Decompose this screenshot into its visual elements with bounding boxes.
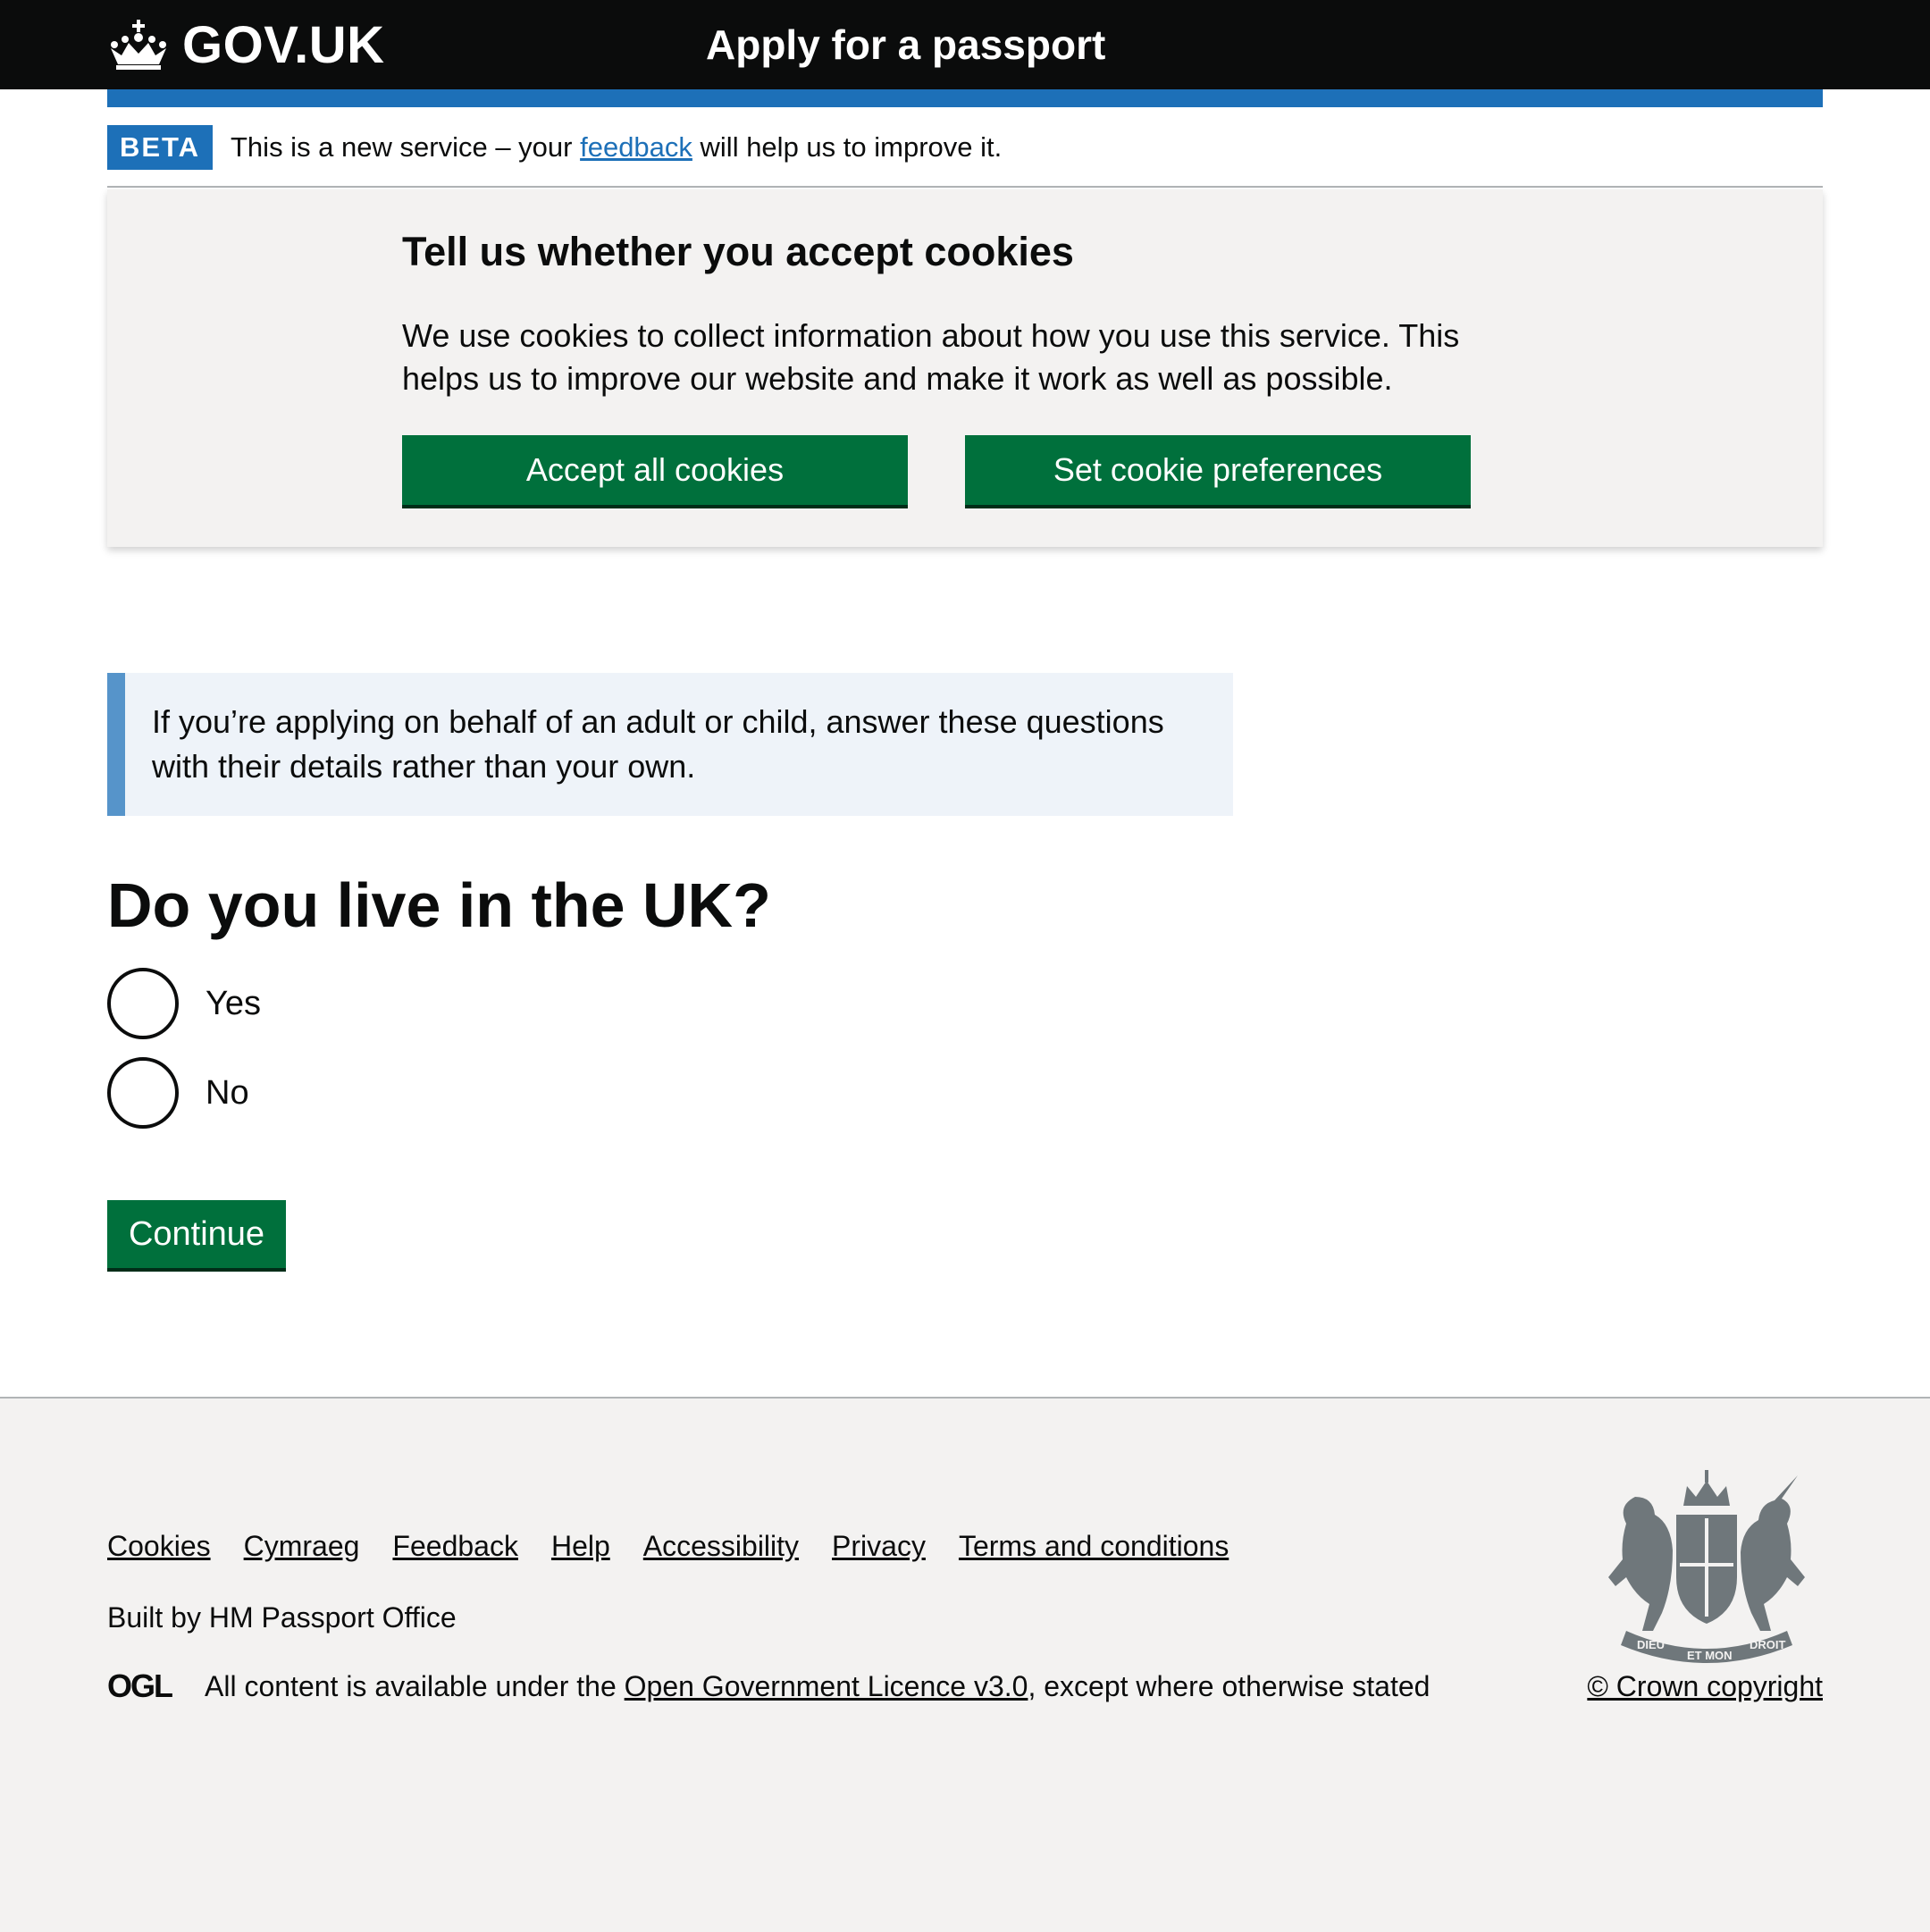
feedback-link[interactable]: feedback [580, 131, 692, 163]
footer-link-terms[interactable]: Terms and conditions [959, 1530, 1229, 1562]
radio-button-yes[interactable] [107, 968, 179, 1039]
footer-link-privacy[interactable]: Privacy [832, 1530, 926, 1562]
footer-link-cymraeg[interactable]: Cymraeg [244, 1530, 360, 1562]
question-heading: Do you live in the UK? [107, 870, 771, 940]
licence-text-after: , except where otherwise stated [1028, 1670, 1431, 1702]
govuk-logo-link[interactable]: GOV.UK [107, 14, 384, 75]
radio-button-no[interactable] [107, 1057, 179, 1129]
phase-text-after: will help us to improve it. [692, 131, 1003, 163]
service-name-link[interactable]: Apply for a passport [706, 16, 1105, 73]
radio-label-yes[interactable]: Yes [206, 968, 261, 1039]
footer-link-accessibility[interactable]: Accessibility [643, 1530, 799, 1562]
beta-tag: BETA [107, 125, 213, 170]
logo-text: GOV.UK [182, 15, 385, 74]
crown-copyright-link[interactable]: © Crown copyright [1587, 1667, 1823, 1706]
cookie-banner: Tell us whether you accept cookies We us… [107, 189, 1823, 547]
accept-cookies-button[interactable]: Accept all cookies [402, 435, 908, 505]
crown-icon [111, 20, 166, 70]
crest-motto-right: DROIT [1750, 1638, 1786, 1651]
footer-link-cookies[interactable]: Cookies [107, 1530, 211, 1562]
open-government-licence-link[interactable]: Open Government Licence v3.0 [625, 1670, 1028, 1702]
header-blue-bar [107, 89, 1823, 107]
licence-text: All content is available under the Open … [205, 1667, 1430, 1706]
ogl-logo-text: OGL [107, 1670, 172, 1701]
built-by-text: Built by HM Passport Office [107, 1601, 457, 1634]
footer: Cookies Cymraeg Feedback Help Accessibil… [0, 1397, 1930, 1932]
inset-text: If you’re applying on behalf of an adult… [152, 703, 1164, 785]
crest-motto-left: DIEU [1637, 1638, 1665, 1651]
radio-option-no[interactable]: No [107, 1057, 249, 1129]
continue-button[interactable]: Continue [107, 1200, 286, 1268]
crest-motto-middle: ET MON [1687, 1649, 1733, 1662]
cookie-banner-body: We use cookies to collect information ab… [402, 317, 1460, 397]
royal-coat-of-arms-icon: DIEU ET MON DROIT [1608, 1470, 1805, 1663]
inset-text-box: If you’re applying on behalf of an adult… [107, 673, 1233, 816]
licence-text-before: All content is available under the [205, 1670, 625, 1702]
footer-link-help[interactable]: Help [551, 1530, 610, 1562]
header: GOV.UK Apply for a passport [0, 0, 1930, 89]
cookie-banner-heading: Tell us whether you accept cookies [402, 229, 1074, 274]
phase-text-before: This is a new service – your [231, 131, 581, 163]
footer-links: Cookies Cymraeg Feedback Help Accessibil… [107, 1526, 1262, 1566]
radio-option-yes[interactable]: Yes [107, 968, 261, 1039]
cookie-preferences-button[interactable]: Set cookie preferences [965, 435, 1471, 505]
phase-banner: BETA This is a new service – your feedba… [107, 125, 1823, 188]
footer-link-feedback[interactable]: Feedback [392, 1530, 518, 1562]
ogl-logo-icon: OGL [107, 1670, 174, 1701]
radio-label-no[interactable]: No [206, 1057, 249, 1129]
phase-banner-text: This is a new service – your feedback wi… [231, 125, 1002, 170]
